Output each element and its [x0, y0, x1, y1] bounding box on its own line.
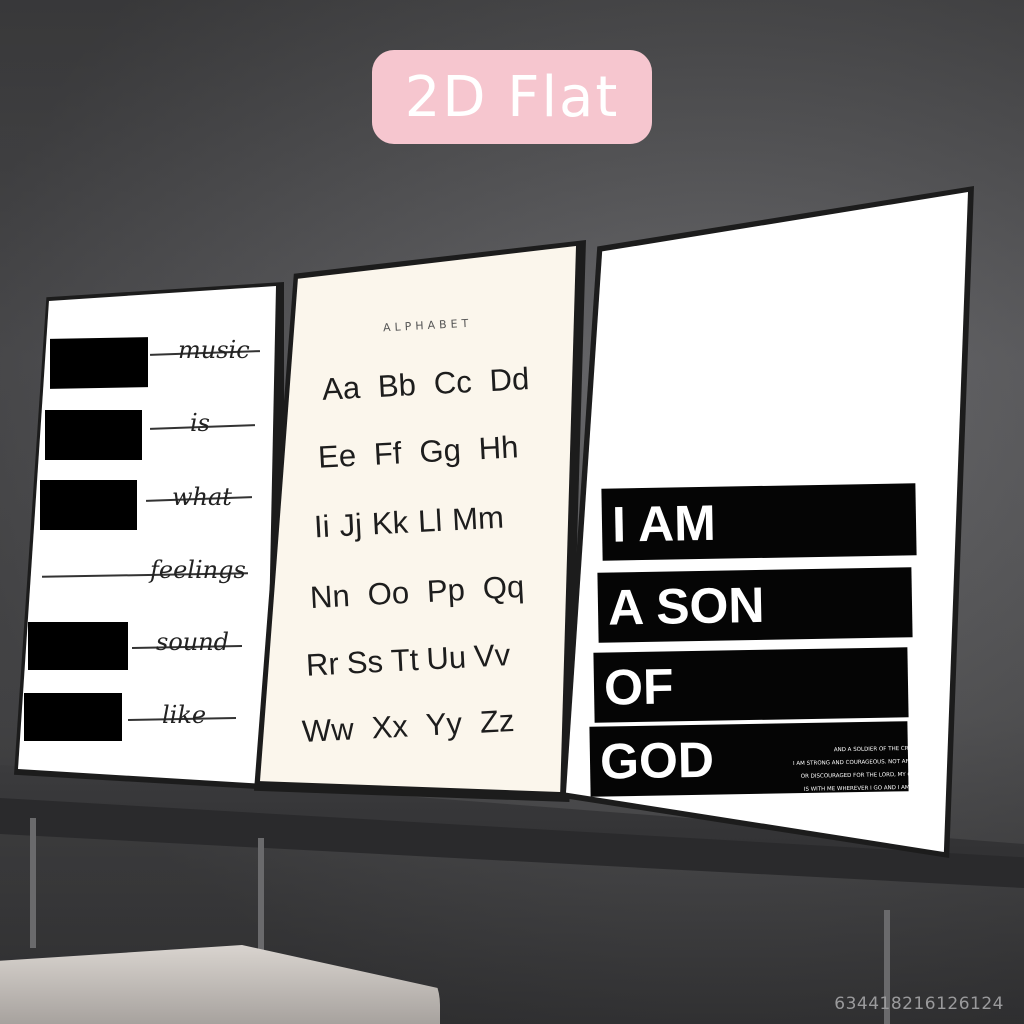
headline-line: A SON: [597, 567, 913, 643]
music-word: sound: [156, 628, 230, 656]
headline-line: OF: [593, 647, 909, 723]
letter-pair: Tt: [390, 641, 420, 679]
shelf-leg: [30, 818, 36, 948]
letter-pair: Yy: [424, 705, 463, 743]
letter-pair: Uu: [425, 639, 467, 677]
letter-pair: Qq: [481, 568, 526, 607]
verse-text: AND A SOLDIER OF THE CROSS. I AM STRONG …: [772, 743, 923, 798]
letter-pair: Ff: [373, 435, 403, 472]
letter-pair: Rr: [305, 646, 340, 683]
letter-pair: Pp: [426, 571, 466, 609]
letter-pair: Hh: [477, 429, 520, 467]
letter-pair: Aa: [321, 369, 361, 407]
piano-key: [24, 693, 122, 741]
letter-pair: Nn: [309, 578, 351, 616]
letter-pair: Dd: [488, 361, 531, 399]
style-badge: 2D Flat: [372, 50, 652, 144]
verse-line: IS WITH ME WHEREVER I GO AND I AM HIS.: [803, 784, 923, 793]
letter-pair: Kk: [371, 504, 409, 542]
letter-pair: Mm: [451, 499, 505, 538]
piano-key: [28, 622, 128, 670]
letter-pair: Bb: [377, 367, 417, 404]
letter-pair: Zz: [479, 702, 516, 740]
letter-pair: Ss: [345, 643, 384, 681]
letter-pair: Xx: [370, 708, 409, 746]
letter-pair: Vv: [473, 637, 512, 674]
letter-pair: Ll: [417, 502, 444, 539]
music-word: is: [190, 409, 210, 437]
letter-pair: Ee: [317, 437, 357, 475]
music-word: what: [172, 483, 232, 511]
piano-key: [45, 410, 142, 460]
letter-pair: Ii: [313, 508, 331, 545]
headline-line: I AM: [601, 483, 917, 561]
letter-pair: Gg: [418, 432, 462, 470]
letter-pair: Cc: [432, 364, 473, 402]
letter-pair: Ww: [301, 711, 355, 750]
letter-pair: Jj: [338, 506, 363, 544]
piano-key: [40, 480, 137, 530]
watermark: 634418216126124: [834, 994, 1004, 1014]
letter-pair: Oo: [366, 574, 410, 613]
music-word: feelings: [150, 556, 246, 584]
music-word: music: [178, 336, 250, 364]
music-word: like: [162, 701, 207, 729]
piano-key: [50, 337, 148, 389]
